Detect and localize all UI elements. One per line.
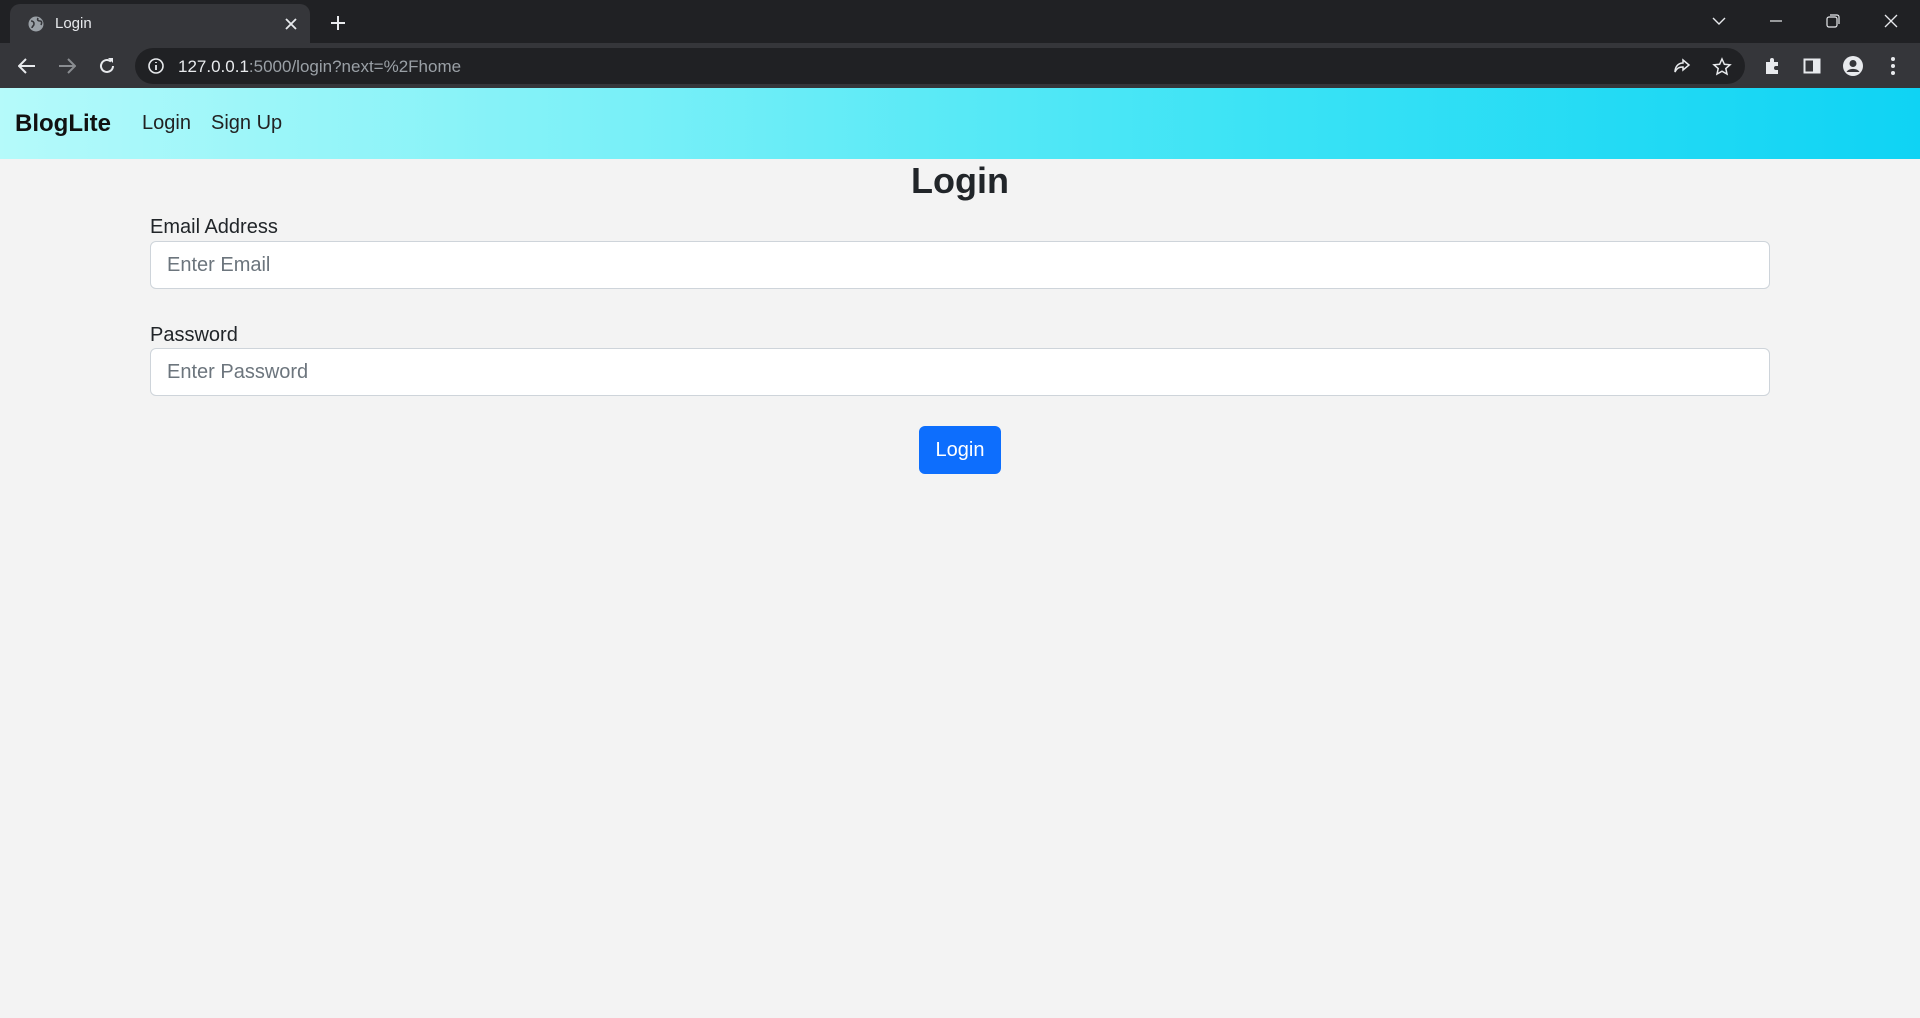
share-icon[interactable]: [1671, 56, 1693, 78]
back-arrow-icon[interactable]: [12, 51, 42, 81]
address-bar[interactable]: 127.0.0.1:5000/login?next=%2Fhome: [135, 48, 1745, 84]
tab-search-chevron-icon[interactable]: [1702, 6, 1736, 36]
site-info-icon[interactable]: [147, 57, 165, 75]
login-submit-button[interactable]: Login: [919, 426, 1001, 474]
url-host: 127.0.0.1: [178, 57, 249, 76]
forward-arrow-icon[interactable]: [52, 51, 82, 81]
extensions-puzzle-icon[interactable]: [1759, 53, 1785, 79]
url-text: 127.0.0.1:5000/login?next=%2Fhome: [178, 57, 461, 77]
browser-toolbar: 127.0.0.1:5000/login?next=%2Fhome: [0, 43, 1920, 88]
nav-link-login[interactable]: Login: [142, 112, 191, 135]
close-tab-icon[interactable]: [280, 13, 302, 35]
bookmark-star-icon[interactable]: [1711, 56, 1733, 78]
globe-icon: [27, 15, 45, 33]
password-label: Password: [150, 324, 238, 346]
tab-title: Login: [55, 15, 92, 32]
email-field[interactable]: [150, 241, 1770, 289]
side-panel-icon[interactable]: [1799, 53, 1825, 79]
close-window-icon[interactable]: [1874, 6, 1908, 36]
site-navbar: BlogLite Login Sign Up: [0, 88, 1920, 159]
email-label: Email Address: [150, 216, 278, 238]
url-path: :5000/login?next=%2Fhome: [248, 57, 462, 76]
minimize-icon[interactable]: [1759, 6, 1793, 36]
nav-link-signup[interactable]: Sign Up: [211, 112, 282, 135]
brand-logo-text[interactable]: BlogLite: [15, 110, 111, 138]
new-tab-icon[interactable]: [325, 10, 351, 36]
restore-icon[interactable]: [1816, 6, 1850, 36]
browser-tabstrip: Login: [0, 0, 1920, 43]
kebab-menu-icon[interactable]: [1880, 53, 1906, 79]
reload-icon[interactable]: [92, 51, 122, 81]
page-title: Login: [911, 160, 1009, 201]
browser-tab[interactable]: Login: [10, 4, 310, 43]
profile-avatar-icon[interactable]: [1840, 53, 1866, 79]
password-field[interactable]: [150, 348, 1770, 396]
